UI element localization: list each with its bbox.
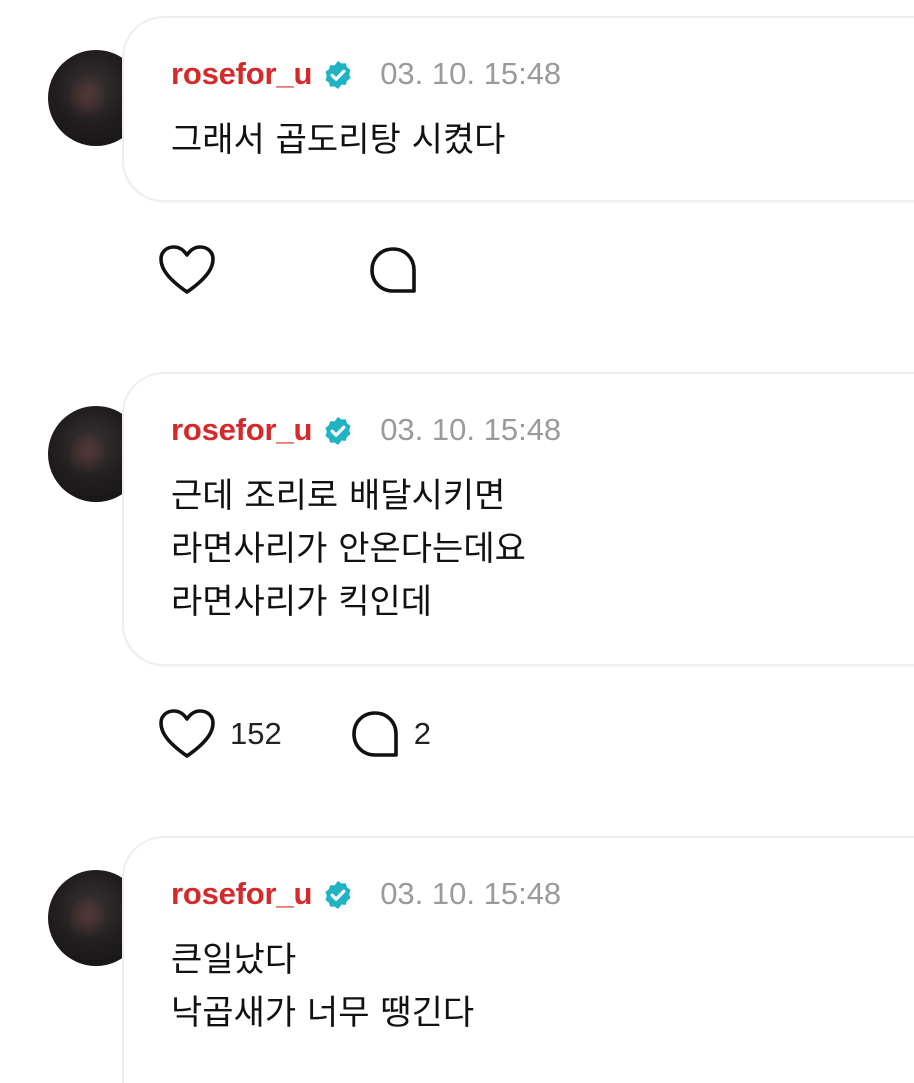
verified-badge-icon [322,59,354,91]
post-text-line: 큰일났다 [171,940,297,980]
heart-icon[interactable] [158,708,216,760]
post-text-line: 라면사리가 킥인데 [171,582,433,622]
post-text-line: 라면사리가 안온다는데요 [171,529,526,569]
post-header: rosefor_u 03. 10. 15:48 [171,872,561,916]
username[interactable]: rosefor_u [171,56,312,92]
post-header: rosefor_u 03. 10. 15:48 [171,52,561,96]
like-button[interactable] [158,244,230,296]
post-text: 근데 조리로 배달시키면 라면사리가 안온다는데요 라면사리가 킥인데 [171,470,526,629]
post-bubble: rosefor_u 03. 10. 15:48 그래서 곱도리탕 시켰다 [122,16,914,202]
comment-count: 2 [413,716,431,751]
like-count: 152 [230,716,282,751]
comment-button[interactable]: 2 [350,709,431,759]
like-button[interactable]: 152 [158,708,282,760]
post-text-line: 근데 조리로 배달시키면 [171,476,506,516]
username[interactable]: rosefor_u [171,412,312,448]
post-actions [158,242,432,298]
timestamp: 03. 10. 15:48 [380,56,562,91]
post-text: 그래서 곱도리탕 시켰다 [171,114,505,167]
post-text: 큰일났다 낙곱새가 너무 땡긴다 [171,934,474,1040]
comment-button[interactable] [368,245,432,295]
timestamp: 03. 10. 15:48 [380,412,562,447]
verified-badge-icon [322,415,354,447]
post-text-line: 그래서 곱도리탕 시켰다 [171,120,506,160]
timestamp: 03. 10. 15:48 [380,876,562,911]
post-actions: 152 2 [158,706,431,762]
post-text-line: 낙곱새가 너무 땡긴다 [171,993,475,1033]
comment-bubble-icon[interactable] [350,709,400,759]
post-header: rosefor_u 03. 10. 15:48 [171,408,561,452]
heart-icon[interactable] [158,244,216,296]
username[interactable]: rosefor_u [171,876,312,912]
verified-badge-icon [322,879,354,911]
post-bubble: rosefor_u 03. 10. 15:48 근데 조리로 배달시키면 라면사… [122,372,914,666]
comment-bubble-icon[interactable] [368,245,418,295]
post-bubble: rosefor_u 03. 10. 15:48 큰일났다 낙곱새가 너무 땡긴다 [122,836,914,1083]
